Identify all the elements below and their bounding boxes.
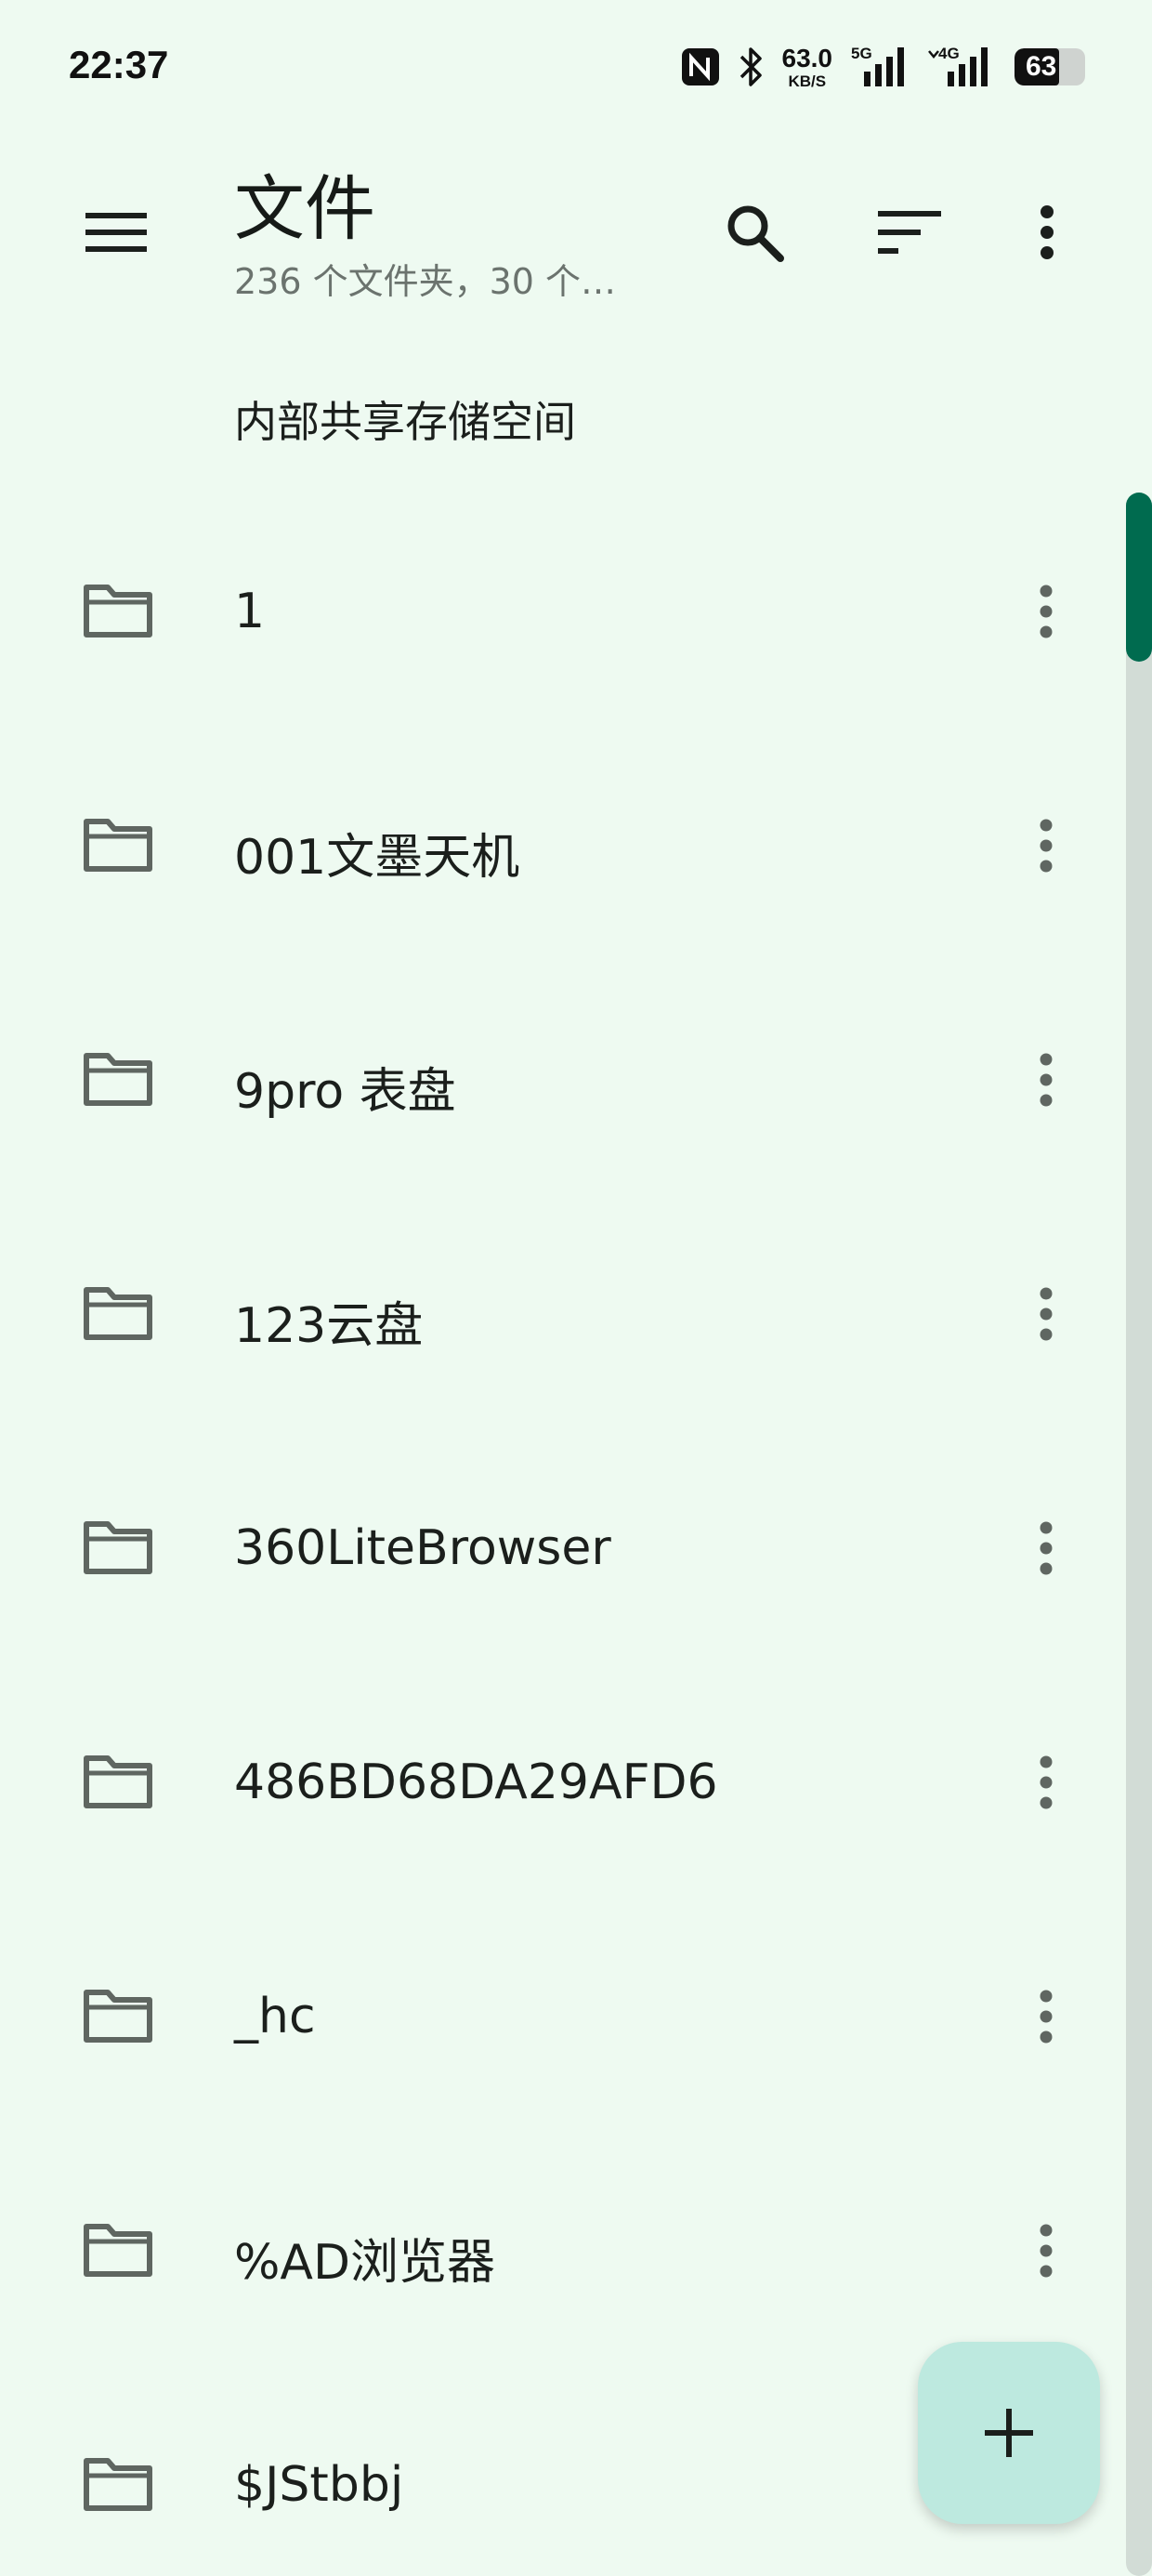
net-speed-value: 63.0 bbox=[781, 43, 833, 72]
folder-icon bbox=[84, 819, 152, 872]
item-more-button[interactable] bbox=[1009, 1043, 1083, 1117]
item-more-button[interactable] bbox=[1009, 2214, 1083, 2288]
page-title: 文件 bbox=[234, 167, 375, 250]
sort-button[interactable] bbox=[858, 181, 961, 283]
net-speed-unit: KB/S bbox=[788, 72, 827, 90]
folder-icon bbox=[84, 1287, 152, 1340]
signal-5g-icon: 5G bbox=[849, 44, 910, 90]
file-name: %AD浏览器 bbox=[234, 2235, 496, 2291]
bluetooth-icon bbox=[738, 46, 766, 88]
top-app-bar: 文件 236 个文件夹，30 个… bbox=[0, 149, 1152, 316]
file-name: $JStbbj bbox=[234, 2457, 404, 2513]
list-item[interactable]: _hc bbox=[0, 1898, 1115, 2132]
storage-location-label: 内部共享存储空间 bbox=[234, 397, 576, 447]
status-icons: 63.0 KB/S 5G 4G 63 bbox=[680, 39, 1085, 95]
add-button[interactable] bbox=[918, 2342, 1100, 2524]
file-name: 123云盘 bbox=[234, 1298, 424, 1354]
list-item[interactable]: 486BD68DA29AFD6 bbox=[0, 1663, 1115, 1898]
signal-5g-label: 5G bbox=[851, 45, 872, 62]
more-vert-icon bbox=[1040, 819, 1053, 873]
search-button[interactable] bbox=[703, 181, 805, 283]
more-vert-icon bbox=[1040, 585, 1053, 638]
more-vert-icon bbox=[1040, 1521, 1053, 1575]
more-vert-icon bbox=[1040, 1287, 1053, 1341]
file-name: 1 bbox=[234, 584, 266, 639]
file-name: 9pro 表盘 bbox=[234, 1064, 456, 1120]
item-more-button[interactable] bbox=[1009, 1745, 1083, 1820]
page-subtitle: 236 个文件夹，30 个… bbox=[234, 261, 617, 302]
list-item[interactable]: 9pro 表盘 bbox=[0, 961, 1115, 1195]
file-name: _hc bbox=[234, 1989, 316, 2044]
more-vert-icon bbox=[1041, 205, 1054, 259]
search-icon bbox=[727, 205, 784, 262]
file-manager-screen: 22:37 63.0 KB/S 5G 4G 63 文件 236 个文件夹，30 … bbox=[0, 0, 1152, 2576]
more-vert-icon bbox=[1040, 1990, 1053, 2044]
item-more-button[interactable] bbox=[1009, 1277, 1083, 1351]
more-vert-icon bbox=[1040, 2224, 1053, 2278]
folder-icon bbox=[84, 1053, 152, 1106]
title-block: 文件 236 个文件夹，30 个… bbox=[234, 167, 643, 304]
item-more-button[interactable] bbox=[1009, 808, 1083, 883]
scrollbar-thumb[interactable] bbox=[1126, 493, 1152, 662]
nfc-icon bbox=[680, 46, 721, 87]
folder-icon bbox=[84, 2224, 152, 2277]
item-more-button[interactable] bbox=[1009, 574, 1083, 649]
sort-icon bbox=[878, 211, 941, 254]
folder-icon bbox=[84, 1521, 152, 1574]
battery-level: 63 bbox=[1026, 51, 1057, 82]
more-vert-icon bbox=[1040, 1053, 1053, 1107]
list-item[interactable]: 1 bbox=[0, 493, 1115, 727]
net-speed: 63.0 KB/S bbox=[781, 43, 833, 90]
status-time: 22:37 bbox=[69, 43, 169, 86]
more-vert-icon bbox=[1040, 1755, 1053, 1809]
scrollbar-track[interactable] bbox=[1126, 493, 1152, 2576]
add-icon bbox=[985, 2409, 1033, 2457]
list-item[interactable]: 360LiteBrowser bbox=[0, 1429, 1115, 1663]
status-bar: 22:37 63.0 KB/S 5G 4G 63 bbox=[0, 0, 1152, 130]
folder-icon bbox=[84, 585, 152, 637]
battery-icon: 63 bbox=[1015, 48, 1085, 85]
signal-4g-icon: 4G bbox=[927, 44, 998, 90]
file-name: 486BD68DA29AFD6 bbox=[234, 1755, 718, 1810]
file-name: 360LiteBrowser bbox=[234, 1520, 611, 1576]
list-item[interactable]: %AD浏览器 bbox=[0, 2132, 1115, 2366]
folder-icon bbox=[84, 2458, 152, 2511]
file-list: 1 001文墨天机 9pro 表盘 123云盘 360LiteBrowser 4… bbox=[0, 493, 1115, 2576]
signal-4g-label: 4G bbox=[938, 45, 960, 62]
list-item[interactable]: 001文墨天机 bbox=[0, 727, 1115, 961]
file-name: 001文墨天机 bbox=[234, 830, 520, 886]
folder-icon bbox=[84, 1755, 152, 1808]
item-more-button[interactable] bbox=[1009, 1979, 1083, 2054]
list-item[interactable]: 123云盘 bbox=[0, 1195, 1115, 1429]
more-options-button[interactable] bbox=[996, 181, 1098, 283]
menu-icon bbox=[85, 213, 147, 252]
item-more-button[interactable] bbox=[1009, 1511, 1083, 1585]
menu-button[interactable] bbox=[65, 181, 167, 283]
folder-icon bbox=[84, 1990, 152, 2043]
